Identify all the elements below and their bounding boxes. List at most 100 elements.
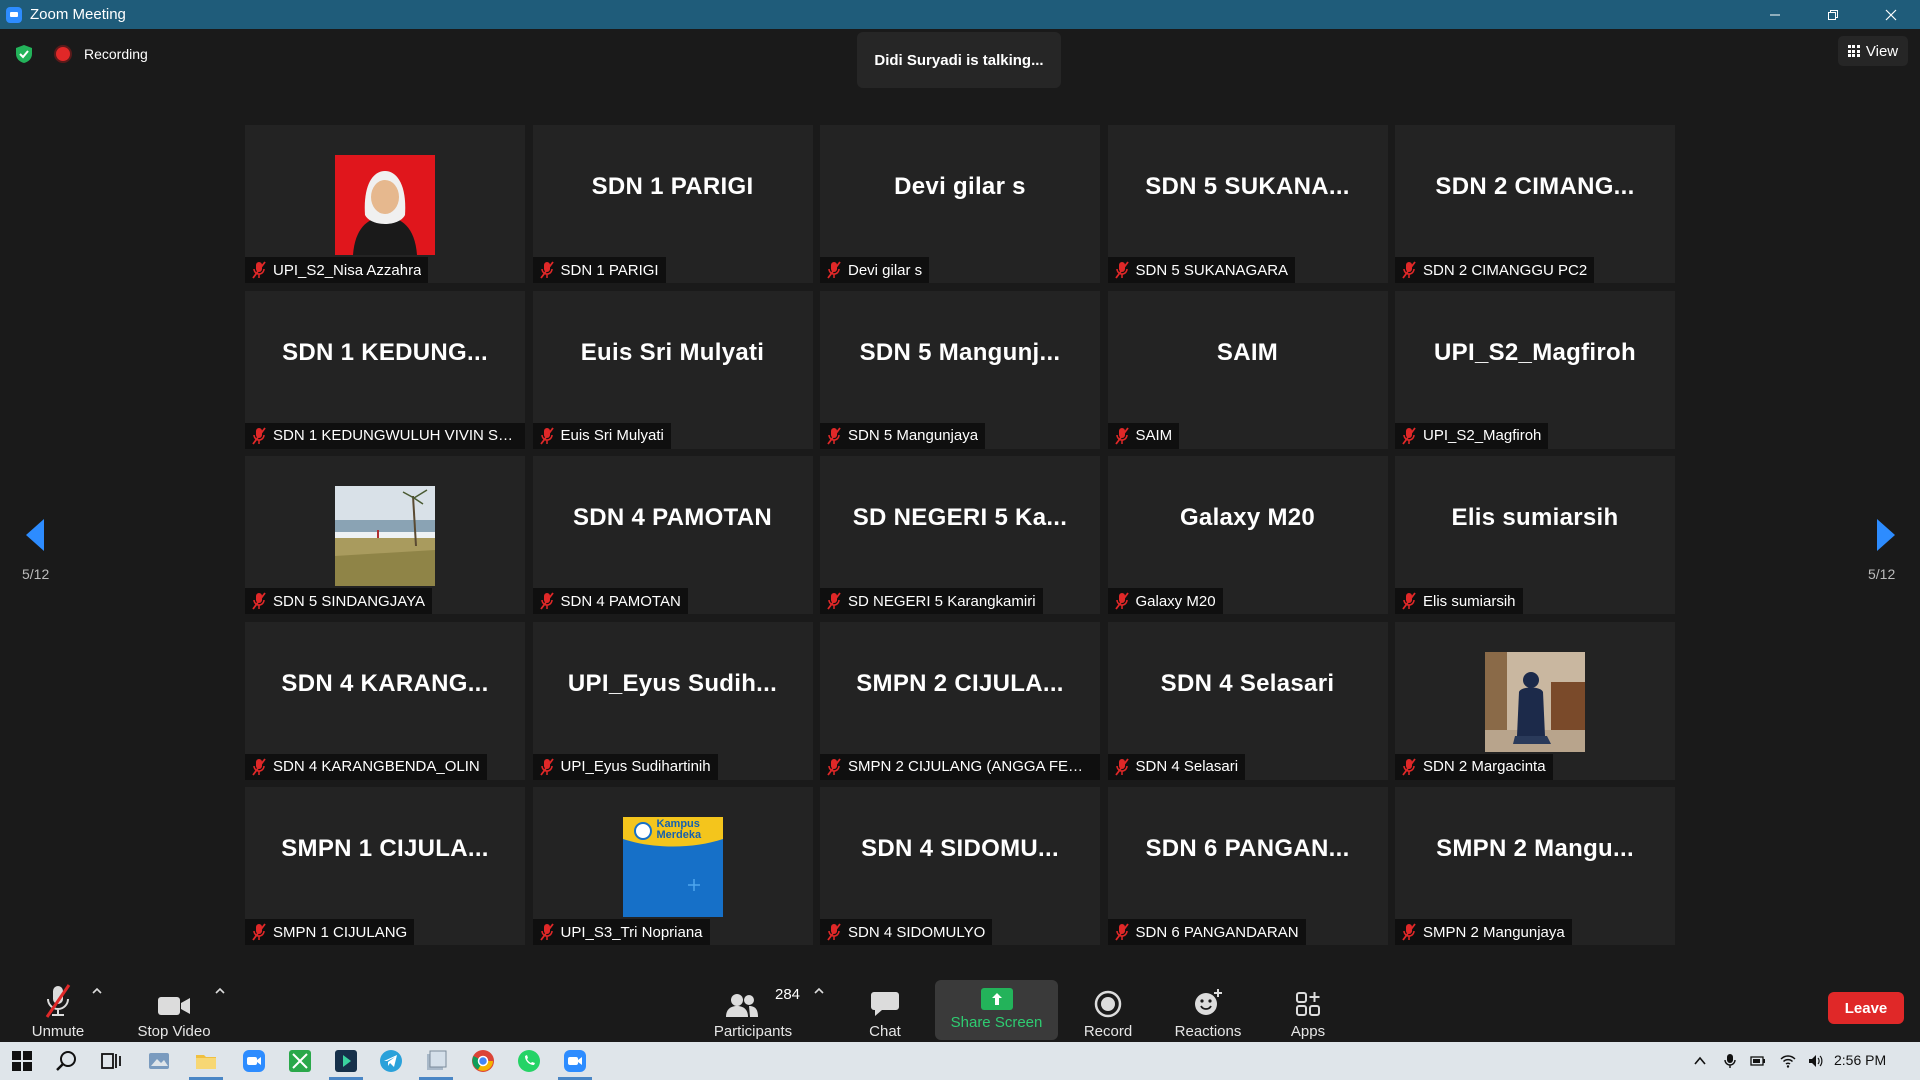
participant-tile[interactable]: SDN 4 SIDOMU... SDN 4 SIDOMULYO	[820, 787, 1100, 945]
participant-name-tag: UPI_S2_Nisa Azzahra	[245, 257, 429, 283]
participant-name-tag: SDN 4 PAMOTAN	[532, 588, 688, 614]
participant-tile[interactable]: SMPN 2 Mangu... SMPN 2 Mangunjaya	[1395, 787, 1675, 945]
telegram-icon[interactable]	[379, 1049, 403, 1073]
participant-tile[interactable]: SDN 2 Margacinta	[1395, 621, 1675, 780]
page-indicator-right: 5/12	[1868, 566, 1896, 582]
unmute-button[interactable]: Unmute	[3, 970, 113, 1042]
active-speaker-banner: Didi Suryadi is talking...	[857, 32, 1061, 88]
record-button[interactable]: Record	[1053, 970, 1163, 1042]
participant-tile[interactable]: Kampus Merdeka UPI_S3_Tri Nopriana	[532, 787, 813, 945]
minimize-icon	[1770, 14, 1780, 15]
participant-tile[interactable]: SAIM SAIM	[1107, 290, 1388, 449]
show-hidden-icons-chevron-icon[interactable]	[1692, 1053, 1708, 1069]
zoom-app-icon	[6, 6, 22, 23]
muted-mic-icon	[539, 426, 554, 445]
participant-tile[interactable]: SDN 4 KARANG... SDN 4 KARANGBENDA_OLIN	[245, 621, 525, 780]
muted-microphone-icon	[45, 984, 71, 1018]
previous-page-arrow-icon[interactable]	[22, 515, 50, 555]
security-shield-icon[interactable]	[14, 44, 34, 64]
chrome-icon[interactable]	[471, 1049, 495, 1073]
participant-name-tag: Euis Sri Mulyati	[532, 422, 671, 449]
snipping-tool-icon[interactable]	[288, 1049, 312, 1073]
participant-tile[interactable]: UPI_S2_Nisa Azzahra	[245, 125, 525, 283]
muted-mic-icon	[1114, 426, 1129, 445]
media-player-icon[interactable]	[334, 1049, 358, 1073]
participant-name: SDN 5 Mangunjaya	[848, 427, 979, 444]
muted-mic-icon	[1114, 757, 1129, 776]
grid-view-icon	[1847, 45, 1860, 57]
participant-display-name: SDN 4 Selasari	[1160, 669, 1335, 697]
participant-tile[interactable]: SDN 5 SUKANA... SDN 5 SUKANAGARA	[1107, 125, 1388, 283]
participant-tile[interactable]: SDN 5 SINDANGJAYA	[245, 456, 525, 614]
zoom-active-taskbar-icon[interactable]	[563, 1049, 587, 1073]
view-button[interactable]: View	[1838, 36, 1908, 66]
participant-display-name: Euis Sri Mulyati	[580, 338, 765, 366]
recording-indicator-icon[interactable]	[56, 47, 70, 61]
participant-tile[interactable]: UPI_S2_Magfiroh UPI_S2_Magfiroh	[1395, 290, 1675, 449]
participant-name: SMPN 2 Mangunjaya	[1423, 923, 1565, 941]
participant-tile[interactable]: SD NEGERI 5 Ka... SD NEGERI 5 Karangkami…	[820, 456, 1100, 614]
muted-mic-icon	[252, 426, 266, 445]
chat-button[interactable]: Chat	[830, 970, 940, 1042]
participant-tile[interactable]: SMPN 2 CIJULA... SMPN 2 CIJULANG (ANGGA …	[820, 621, 1100, 780]
participant-name: Devi gilar s	[848, 261, 923, 279]
participant-display-name: Devi gilar s	[894, 173, 1026, 200]
participant-name: SDN 1 KEDUNGWULUH VIVIN SO...	[273, 427, 518, 444]
next-page-arrow-icon[interactable]	[1871, 515, 1899, 555]
participant-tile[interactable]: SDN 4 Selasari SDN 4 Selasari	[1107, 621, 1388, 780]
minimize-button[interactable]	[1746, 0, 1804, 29]
participants-icon	[726, 994, 758, 1017]
participant-tile[interactable]: SMPN 1 CIJULA... SMPN 1 CIJULANG	[245, 787, 525, 945]
video-options-caret-icon[interactable]	[213, 986, 227, 996]
volume-icon[interactable]	[1808, 1053, 1824, 1069]
participant-display-name: SMPN 2 Mangu...	[1436, 835, 1634, 862]
share-screen-button[interactable]: Share Screen	[935, 980, 1058, 1040]
participant-display-name: SD NEGERI 5 Ka...	[852, 504, 1068, 531]
participant-tile[interactable]: Euis Sri Mulyati Euis Sri Mulyati	[532, 290, 813, 449]
apps-label: Apps	[1290, 1023, 1326, 1040]
search-icon[interactable]	[55, 1049, 79, 1073]
photos-app-icon[interactable]	[147, 1049, 171, 1073]
close-window-button[interactable]	[1862, 0, 1920, 29]
taskbar-clock[interactable]: 2:56 PM	[1834, 1052, 1886, 1068]
stop-video-button[interactable]: Stop Video	[119, 970, 229, 1042]
file-explorer-icon[interactable]	[194, 1049, 218, 1073]
participant-tile[interactable]: SDN 5 Mangunj... SDN 5 Mangunjaya	[820, 290, 1100, 449]
meeting-toolbar: Unmute Stop Video Participants 284 Chat …	[0, 970, 1920, 1042]
audio-options-caret-icon[interactable]	[90, 986, 104, 996]
participants-button[interactable]: Participants	[698, 970, 808, 1042]
microphone-tray-icon[interactable]	[1722, 1053, 1738, 1069]
record-label: Record	[1083, 1023, 1133, 1040]
whatsapp-icon[interactable]	[517, 1049, 541, 1073]
leave-button[interactable]: Leave	[1828, 992, 1904, 1024]
participant-display-name: SDN 4 SIDOMU...	[861, 835, 1059, 862]
participant-name-tag: UPI_S3_Tri Nopriana	[532, 919, 710, 945]
participant-tile[interactable]: UPI_Eyus Sudih... UPI_Eyus Sudihartinih	[532, 621, 813, 780]
restore-button[interactable]	[1804, 0, 1862, 29]
participant-tile[interactable]: SDN 4 PAMOTAN SDN 4 PAMOTAN	[532, 456, 813, 614]
participant-name-tag: SDN 5 SUKANAGARA	[1107, 257, 1296, 283]
participant-tile[interactable]: SDN 1 KEDUNG... SDN 1 KEDUNGWULUH VIVIN …	[245, 290, 525, 449]
muted-mic-icon	[539, 261, 554, 279]
participant-tile[interactable]: SDN 1 PARIGI SDN 1 PARIGI	[532, 125, 813, 283]
participants-caret-icon[interactable]	[812, 986, 826, 996]
task-view-icon[interactable]	[99, 1049, 123, 1073]
participant-tile[interactable]: Galaxy M20 Galaxy M20	[1107, 456, 1388, 614]
participant-tile[interactable]: Elis sumiarsih Elis sumiarsih	[1395, 456, 1675, 614]
apps-button[interactable]: Apps	[1253, 970, 1363, 1042]
participant-name: SDN 6 PANGANDARAN	[1135, 923, 1299, 941]
kampus-merdeka-logo: Kampus Merdeka	[622, 817, 723, 917]
reactions-button[interactable]: Reactions	[1153, 970, 1263, 1042]
documents-icon[interactable]	[424, 1049, 448, 1073]
participant-name: SDN 2 Margacinta	[1423, 758, 1546, 775]
zoom-taskbar-icon[interactable]	[242, 1049, 266, 1073]
wifi-icon[interactable]	[1780, 1053, 1796, 1069]
participant-tile[interactable]: SDN 6 PANGAN... SDN 6 PANGANDARAN	[1107, 787, 1388, 945]
muted-mic-icon	[252, 592, 266, 610]
participant-tile[interactable]: Devi gilar s Devi gilar s	[820, 125, 1100, 283]
participant-name: Euis Sri Mulyati	[560, 427, 664, 444]
participant-tile[interactable]: SDN 2 CIMANG... SDN 2 CIMANGGU PC2	[1395, 125, 1675, 283]
participant-name-tag: Galaxy M20	[1107, 588, 1223, 614]
battery-icon[interactable]	[1750, 1053, 1766, 1069]
windows-start-icon[interactable]	[10, 1049, 34, 1073]
